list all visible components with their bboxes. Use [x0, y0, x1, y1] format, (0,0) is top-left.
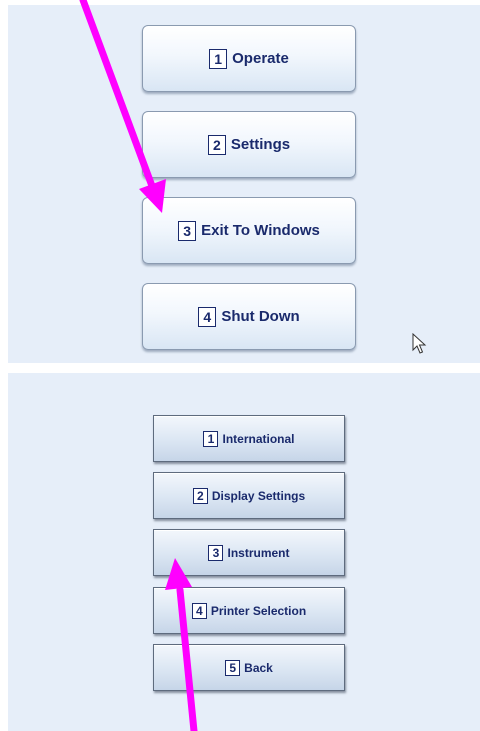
shut-down-button[interactable]: 4 Shut Down — [142, 283, 356, 350]
button-number: 4 — [198, 306, 217, 327]
printer-selection-button[interactable]: 4 Printer Selection — [153, 587, 345, 634]
button-label: Back — [244, 660, 273, 675]
button-number: 2 — [192, 487, 208, 504]
settings-button[interactable]: 2 Settings — [142, 111, 356, 178]
button-number: 4 — [191, 602, 207, 619]
button-label: Settings — [230, 136, 291, 153]
button-number: 5 — [225, 659, 241, 676]
instrument-button[interactable]: 3 Instrument — [153, 529, 345, 576]
exit-to-windows-button[interactable]: 3 Exit To Windows — [142, 197, 356, 264]
button-number: 1 — [203, 430, 219, 447]
mouse-cursor-icon — [412, 333, 427, 354]
button-label: Shut Down — [221, 308, 300, 325]
button-number: 2 — [207, 134, 226, 155]
international-button[interactable]: 1 International — [153, 415, 345, 462]
button-label: Exit To Windows — [201, 222, 320, 239]
display-settings-button[interactable]: 2 Display Settings — [153, 472, 345, 519]
button-label: Instrument — [227, 545, 290, 560]
button-label: Display Settings — [211, 488, 306, 503]
main-menu-panel: 1 Operate 2 Settings 3 Exit To Windows 4… — [8, 5, 480, 363]
button-number: 1 — [209, 48, 228, 69]
button-number: 3 — [208, 544, 224, 561]
settings-menu-panel: 1 International 2 Display Settings 3 Ins… — [8, 373, 480, 731]
button-number: 3 — [178, 220, 197, 241]
operate-button[interactable]: 1 Operate — [142, 25, 356, 92]
button-label: International — [222, 431, 295, 446]
button-label: Operate — [232, 50, 289, 67]
button-label: Printer Selection — [210, 603, 307, 618]
back-button[interactable]: 5 Back — [153, 644, 345, 691]
